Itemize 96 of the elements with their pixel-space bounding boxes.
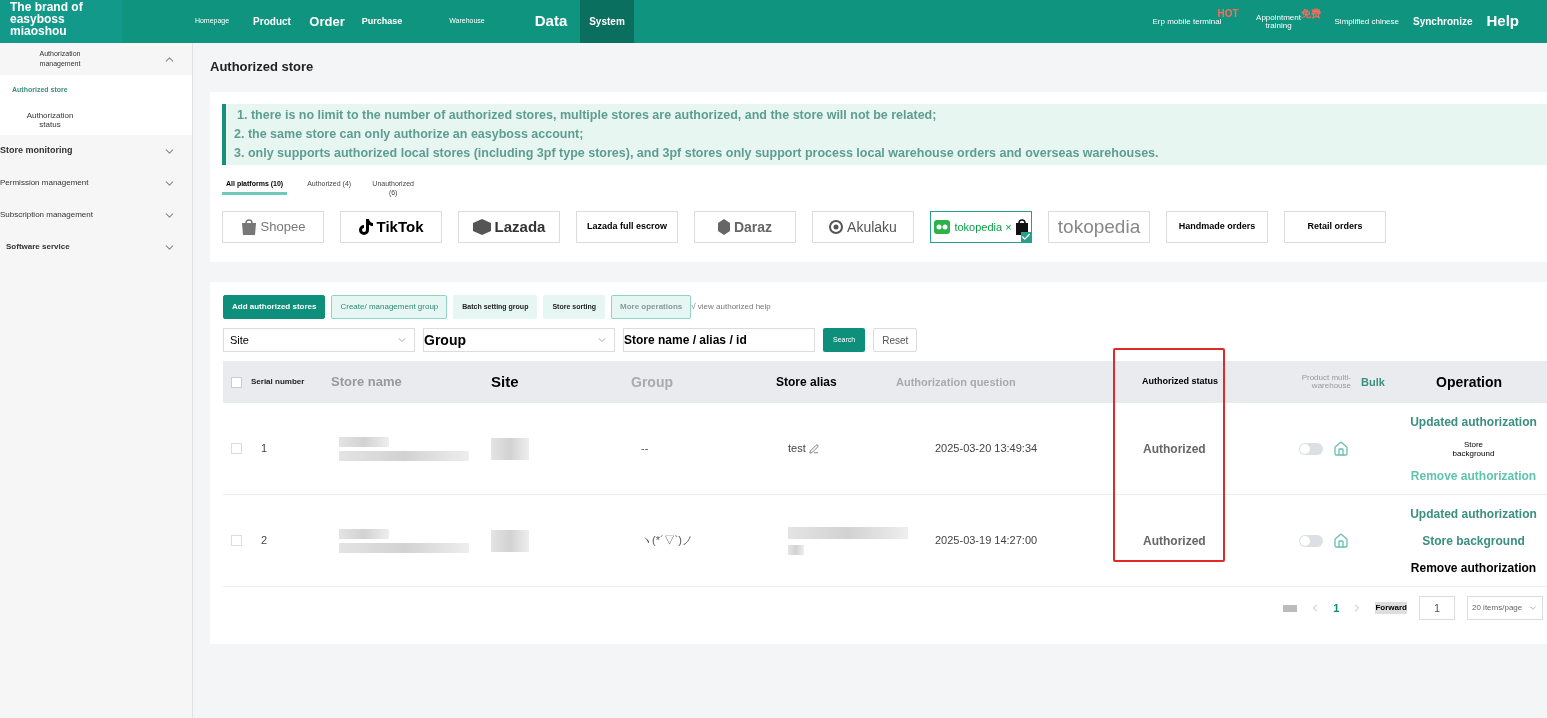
redacted-block	[339, 528, 389, 539]
platform-button[interactable]: tokopedia	[1048, 211, 1150, 243]
column-header: Bulk	[1360, 374, 1385, 390]
redacted-block	[788, 544, 804, 555]
header-link[interactable]: Synchronize	[1413, 14, 1473, 29]
operation-link[interactable]: Updated authorization	[1410, 412, 1537, 431]
notice-text: 3. only supports authorized local stores (including 3pf type stores), and 3pf stores only support process local warehouse orders and overseas warehouses.	[234, 145, 1160, 162]
edit-icon[interactable]	[808, 443, 819, 454]
warehouse-icon[interactable]	[1333, 532, 1349, 549]
header-link[interactable]: Erp mobile terminal	[1152, 15, 1222, 28]
page-number[interactable]: 1	[1333, 599, 1340, 617]
store-alias: test	[788, 441, 806, 457]
forward-label: Forward	[1375, 602, 1407, 614]
status-text: Authorized	[1142, 532, 1207, 550]
brand-title: The brand of easyboss miaoshou	[0, 0, 122, 43]
checkbox[interactable]	[231, 376, 242, 388]
redacted-block	[491, 529, 529, 552]
platform-name: Akulaku	[847, 217, 897, 237]
group-select[interactable]: Group	[423, 328, 615, 352]
page-input[interactable]: 1	[1419, 596, 1455, 620]
sidebar-group[interactable]: Subscription management	[0, 199, 192, 231]
status-text: Authorized	[1142, 440, 1207, 458]
nav-tab[interactable]: Purchase	[352, 0, 412, 43]
platform-button[interactable]: Retail orders	[1284, 211, 1386, 243]
nav-tab[interactable]: Data	[522, 0, 580, 43]
sidebar-group[interactable]: Permission management	[0, 167, 192, 199]
platform-name: tokopedia ×	[954, 219, 1012, 235]
hexagon-icon	[717, 219, 730, 235]
authorization-time: 2025-03-19 14:27:00	[934, 533, 1039, 549]
serial-number: 2	[260, 533, 269, 549]
platform-name: Daraz	[733, 217, 773, 237]
platform-button[interactable]: tokopedia ×	[930, 211, 1032, 243]
toggle-switch[interactable]	[1299, 534, 1323, 547]
help-link[interactable]: √ view authorized help	[691, 301, 771, 313]
search-field[interactable]: Store name / alias / id	[623, 328, 815, 352]
group-value: ヽ(*´▽`)ノ	[640, 533, 694, 549]
platform-button[interactable]: Shopee	[222, 211, 324, 243]
platform-button[interactable]: Daraz	[694, 211, 796, 243]
nav-tab[interactable]: System	[580, 0, 634, 43]
platform-name: TikTok	[376, 216, 424, 237]
column-header: Authorized status	[1141, 375, 1218, 389]
column-header: Group	[631, 372, 673, 392]
column-header: Operation	[1435, 372, 1503, 392]
authorization-time: 2025-03-20 13:49:34	[934, 441, 1039, 457]
platform-name: Lazada full escrow	[587, 220, 667, 234]
header-link[interactable]: Simplified chinese	[1334, 15, 1399, 28]
sidebar-item[interactable]: Authorization status	[0, 105, 192, 135]
nav-tab[interactable]: Product	[242, 0, 302, 43]
column-header: Site	[491, 371, 519, 392]
column-header: Product multi-warehouse	[1300, 374, 1352, 390]
group-value: --	[640, 441, 650, 457]
site-select[interactable]: Site	[223, 328, 415, 352]
platform-button[interactable]: Handmade orders	[1166, 211, 1268, 243]
toggle-switch[interactable]	[1299, 442, 1323, 455]
column-header: Store alias	[776, 374, 837, 391]
platform-name: tokopedia	[1057, 214, 1141, 239]
platform-name: Lazada	[494, 216, 546, 237]
platform-button[interactable]: TikTok	[340, 211, 442, 243]
operation-link[interactable]: Store background	[1445, 439, 1502, 458]
promo-label: 免费	[1300, 7, 1321, 20]
check-icon	[1021, 232, 1031, 242]
music-note-icon	[358, 219, 373, 235]
toolbar-button[interactable]: Add authorized stores	[223, 295, 326, 319]
column-header: Authorization question	[896, 374, 1016, 390]
operation-link[interactable]: Remove authorization	[1410, 558, 1537, 577]
operation-link[interactable]: Updated authorization	[1410, 504, 1537, 523]
warehouse-icon[interactable]	[1333, 440, 1349, 457]
notice-text: 2. the same store can only authorize an easyboss account;	[234, 126, 585, 143]
sidebar-group[interactable]: Software service	[0, 231, 192, 263]
reset-button[interactable]: Reset	[873, 328, 918, 352]
notice-text: 1. there is no limit to the number of authorized stores, multiple stores are authorized, and the store will not be related;	[236, 107, 938, 124]
platform-button[interactable]: Akulaku	[812, 211, 914, 243]
circle-icon	[829, 220, 844, 234]
redacted-block	[339, 436, 389, 447]
platform-button[interactable]: Lazada full escrow	[576, 211, 678, 243]
checkbox[interactable]	[231, 535, 242, 546]
platform-name: Shopee	[260, 218, 306, 237]
platform-name: Retail orders	[1307, 220, 1363, 234]
serial-number: 1	[260, 441, 269, 457]
owl-icon	[934, 220, 951, 234]
sidebar-group[interactable]: Store monitoring	[0, 135, 192, 167]
page-title: Authorized store	[210, 58, 314, 75]
shopping-bag-icon	[240, 218, 257, 236]
platform-name: Handmade orders	[1178, 220, 1256, 234]
header-link[interactable]: Help	[1486, 10, 1519, 33]
shopping-bag-icon	[1015, 219, 1028, 235]
column-header: Store name	[331, 373, 402, 392]
column-header: Serial number	[251, 376, 305, 388]
page-size-select[interactable]: 20 items/page	[1467, 596, 1543, 620]
checkbox[interactable]	[231, 443, 242, 454]
redacted-block	[491, 437, 529, 460]
nav-tab[interactable]: Order	[302, 0, 352, 43]
operation-link[interactable]: Store background	[1422, 531, 1525, 550]
chevron-down-icon	[1528, 603, 1538, 613]
toolbar-button[interactable]: Create/ management group	[331, 295, 448, 319]
platform-button[interactable]: Lazada	[458, 211, 560, 243]
